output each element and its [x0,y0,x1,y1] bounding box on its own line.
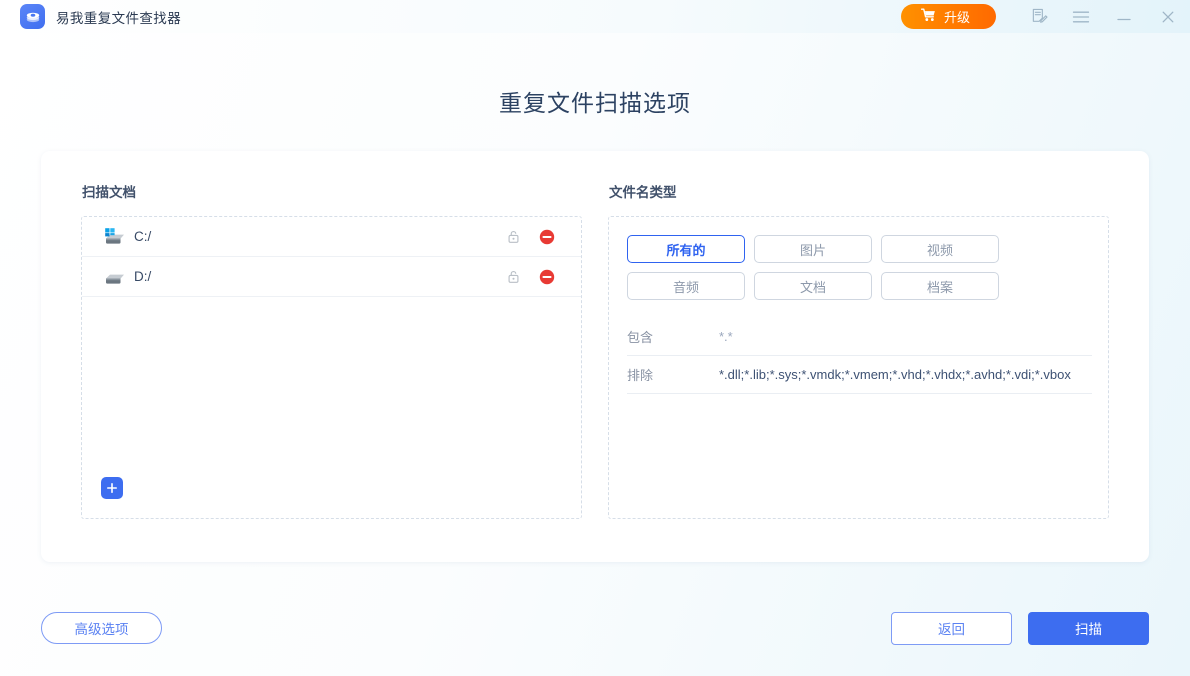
unlock-icon[interactable] [496,269,530,284]
file-type-videos[interactable]: 视频 [881,235,999,263]
file-type-buttons: 所有的 图片 视频 音频 文档 档案 [609,217,1108,300]
add-folder-button[interactable] [101,477,123,499]
app-logo-icon [20,4,45,29]
hard-drive-icon [102,267,128,287]
scan-button[interactable]: 扫描 [1028,612,1149,645]
file-types-panel: 文件名类型 所有的 图片 视频 音频 文档 档案 包含 *.* 排除 [608,181,1109,519]
windows-drive-icon [102,227,128,247]
upgrade-button-label: 升级 [944,7,970,26]
minimize-icon[interactable] [1102,0,1146,33]
file-type-archives[interactable]: 档案 [881,272,999,300]
remove-circle-icon[interactable] [530,269,564,285]
title-bar: 易我重复文件查找器 升级 [0,0,1190,33]
scan-sources-label: 扫描文档 [81,181,582,201]
unlock-icon[interactable] [496,229,530,244]
upgrade-button[interactable]: 升级 [901,4,996,29]
panels: 扫描文档 C:/ [41,151,1149,519]
feedback-icon[interactable] [1018,0,1060,33]
file-type-all[interactable]: 所有的 [627,235,745,263]
options-card: 扫描文档 C:/ [41,151,1149,562]
exclude-label: 排除 [627,365,719,384]
exclude-row: 排除 *.dll;*.lib;*.sys;*.vmdk;*.vmem;*.vhd… [627,356,1092,394]
file-type-audio[interactable]: 音频 [627,272,745,300]
title-bar-controls: 升级 [901,0,1190,33]
drive-name: D:/ [134,269,496,284]
drive-row[interactable]: D:/ [82,257,581,297]
footer: 高级选项 返回 扫描 [0,580,1190,676]
remove-circle-icon[interactable] [530,229,564,245]
exclude-input[interactable]: *.dll;*.lib;*.sys;*.vmdk;*.vmem;*.vhd;*.… [719,367,1092,382]
close-icon[interactable] [1146,0,1190,33]
file-types-label: 文件名类型 [608,181,1109,201]
brand: 易我重复文件查找器 [0,4,181,29]
drive-list: C:/ [81,216,582,519]
back-button[interactable]: 返回 [891,612,1012,645]
cart-icon [921,8,936,25]
include-label: 包含 [627,327,719,346]
include-input[interactable]: *.* [719,329,1092,344]
filter-fields: 包含 *.* 排除 *.dll;*.lib;*.sys;*.vmdk;*.vme… [609,300,1108,394]
file-type-images[interactable]: 图片 [754,235,872,263]
advanced-options-button[interactable]: 高级选项 [41,612,162,644]
footer-actions: 返回 扫描 [891,612,1149,645]
file-type-documents[interactable]: 文档 [754,272,872,300]
scan-sources-panel: 扫描文档 C:/ [81,181,582,519]
page-title: 重复文件扫描选项 [0,84,1190,118]
app-title: 易我重复文件查找器 [56,7,181,27]
hamburger-menu-icon[interactable] [1060,0,1102,33]
include-row: 包含 *.* [627,318,1092,356]
drive-name: C:/ [134,229,496,244]
drive-row[interactable]: C:/ [82,217,581,257]
file-types-box: 所有的 图片 视频 音频 文档 档案 包含 *.* 排除 *.dll;*.lib… [608,216,1109,519]
